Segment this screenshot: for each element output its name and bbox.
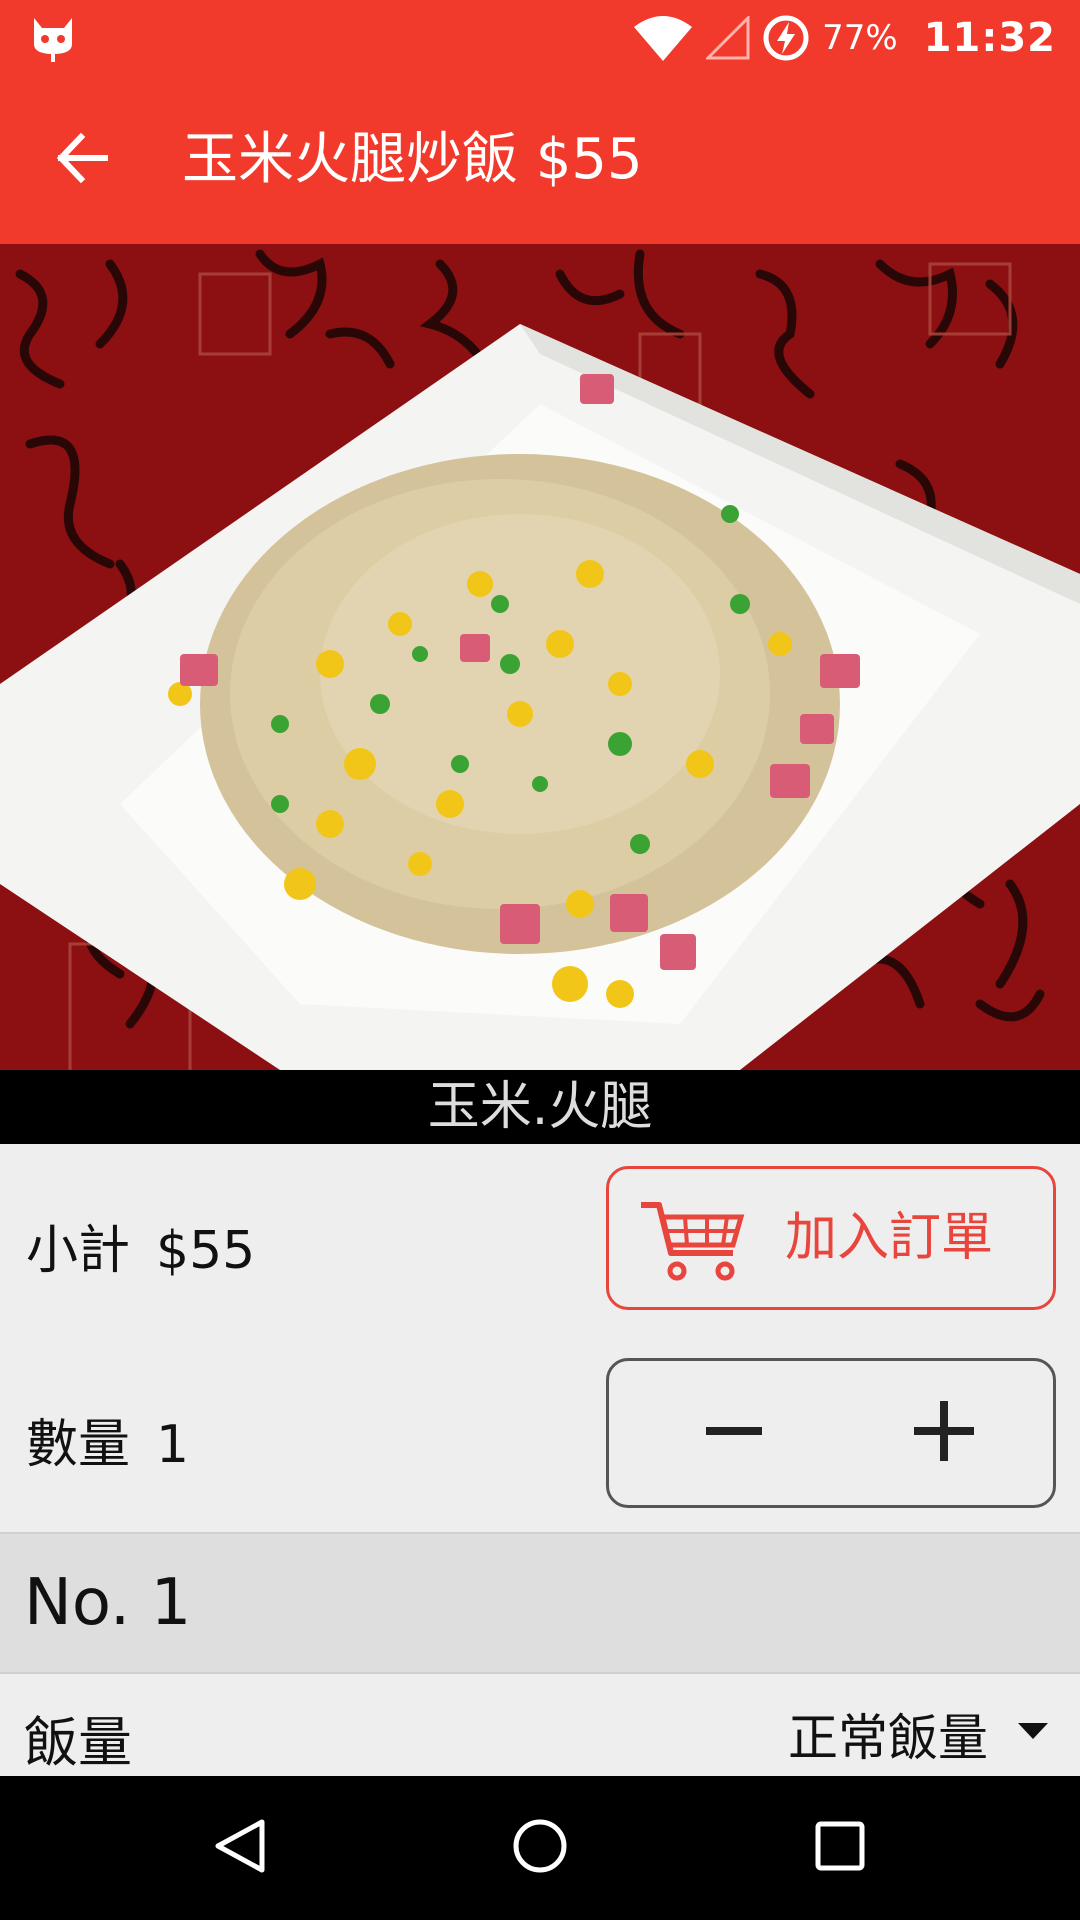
photo-caption: 玉米.火腿 bbox=[0, 1070, 1080, 1144]
rice-amount-select[interactable]: 正常飯量 bbox=[788, 1698, 1048, 1770]
option-label: 飯量 bbox=[24, 1711, 132, 1774]
quantity-stepper bbox=[606, 1358, 1056, 1508]
decrease-quantity-button[interactable] bbox=[659, 1361, 809, 1505]
nav-recents-button[interactable] bbox=[760, 1776, 920, 1920]
subtotal-label: 小計 bbox=[26, 1221, 131, 1281]
signal-icon bbox=[706, 16, 750, 60]
system-nav-bar bbox=[0, 1776, 1080, 1920]
subtotal: 小計 $55 bbox=[26, 1208, 255, 1283]
add-to-order-button[interactable]: 加入訂單 bbox=[606, 1166, 1056, 1310]
status-icons: 77% 11:32 bbox=[632, 0, 1056, 76]
android-notification-icon bbox=[30, 14, 76, 64]
back-button[interactable] bbox=[40, 118, 124, 202]
nav-recents-icon bbox=[812, 1818, 868, 1878]
option-selected-value: 正常飯量 bbox=[788, 1709, 988, 1767]
minus-icon bbox=[702, 1399, 766, 1467]
section-header: No. 1 bbox=[0, 1532, 1080, 1674]
subtotal-value: $55 bbox=[156, 1221, 256, 1281]
quantity-value: 1 bbox=[156, 1415, 190, 1475]
quantity-label: 數量 bbox=[26, 1415, 131, 1475]
battery-charging-icon bbox=[762, 14, 810, 62]
dropdown-arrow-icon bbox=[1018, 1723, 1048, 1745]
nav-home-icon bbox=[510, 1816, 570, 1880]
dish-photo bbox=[0, 244, 1080, 1070]
add-to-order-label: 加入訂單 bbox=[785, 1208, 994, 1268]
rice-amount-option: 飯量 正常飯量 bbox=[0, 1674, 1080, 1776]
app-bar: 玉米火腿炒飯 $55 bbox=[0, 76, 1080, 244]
wifi-icon bbox=[632, 15, 694, 61]
status-bar: 77% 11:32 bbox=[0, 0, 1080, 76]
section-title: No. 1 bbox=[24, 1566, 192, 1640]
arrow-left-icon bbox=[55, 131, 109, 189]
page-title: 玉米火腿炒飯 $55 bbox=[182, 127, 643, 192]
quantity: 數量 1 bbox=[26, 1402, 189, 1477]
nav-back-button[interactable] bbox=[160, 1776, 320, 1920]
clock: 11:32 bbox=[923, 15, 1056, 61]
shopping-cart-icon bbox=[637, 1195, 747, 1289]
plus-icon bbox=[912, 1399, 976, 1467]
nav-back-icon bbox=[210, 1816, 270, 1880]
battery-percentage: 77% bbox=[822, 18, 898, 58]
nav-home-button[interactable] bbox=[460, 1776, 620, 1920]
increase-quantity-button[interactable] bbox=[869, 1361, 1019, 1505]
